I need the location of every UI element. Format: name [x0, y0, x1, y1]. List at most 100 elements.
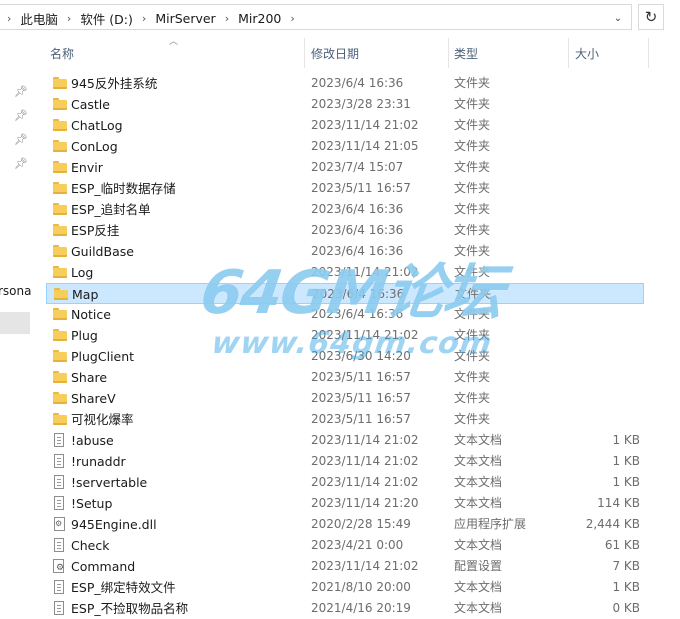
- folder-icon: [53, 224, 67, 236]
- file-date: 2023/3/28 23:31: [311, 97, 411, 111]
- watermark-url: www.64gm.com: [209, 326, 495, 361]
- column-header-size[interactable]: 大小: [575, 38, 645, 68]
- breadcrumb-mir200[interactable]: Mir200: [238, 11, 281, 26]
- file-date: 2023/11/14 21:05: [311, 139, 419, 153]
- config-file-icon: [53, 559, 64, 573]
- file-row[interactable]: Envir 2023/7/4 15:07 文件夹: [46, 157, 644, 178]
- file-row[interactable]: ESP_追封名单 2023/6/4 16:36 文件夹: [46, 199, 644, 220]
- column-divider[interactable]: [448, 38, 449, 68]
- folder-icon: [53, 161, 67, 173]
- breadcrumb-drive-d[interactable]: 软件 (D:): [80, 9, 133, 28]
- column-header-name[interactable]: 名称: [50, 38, 300, 68]
- file-row[interactable]: 945Engine.dll 2020/2/28 15:49 应用程序扩展 2,444 …: [46, 514, 644, 535]
- file-row[interactable]: !abuse 2023/11/14 21:02 文本文档 1 KB: [46, 430, 644, 451]
- file-size: [566, 94, 640, 115]
- file-size: 0 KB: [612, 601, 640, 615]
- chevron-down-icon[interactable]: ⌄: [611, 11, 625, 25]
- file-date: 2023/11/14 21:02: [311, 433, 419, 447]
- file-row[interactable]: ESP反挂 2023/6/4 16:36 文件夹: [46, 220, 644, 241]
- folder-icon: [53, 413, 67, 425]
- file-row[interactable]: !servertable 2023/11/14 21:02 文本文档 1 KB: [46, 472, 644, 493]
- pin-icon[interactable]: 📌︎: [14, 110, 28, 122]
- breadcrumb-mirserver[interactable]: MirServer: [155, 11, 215, 26]
- file-row[interactable]: Castle 2023/3/28 23:31 文件夹: [46, 94, 644, 115]
- breadcrumb-this-pc[interactable]: 此电脑: [20, 9, 58, 28]
- address-box[interactable]: › 此电脑 › 软件 (D:) › MirServer › Mir200 › ⌄: [0, 4, 632, 30]
- file-name: 945Engine.dll: [71, 517, 157, 532]
- file-date: 2023/11/14 21:20: [311, 496, 419, 510]
- column-header-date[interactable]: 修改日期: [311, 38, 446, 68]
- file-name: ChatLog: [71, 118, 123, 133]
- file-type: 文件夹: [454, 139, 491, 153]
- file-size: [566, 73, 640, 94]
- folder-icon: [53, 371, 67, 383]
- nav-item-label[interactable]: rsona: [0, 284, 32, 298]
- column-header-type[interactable]: 类型: [454, 38, 564, 68]
- file-row[interactable]: 可视化爆率 2023/5/11 16:57 文件夹: [46, 409, 644, 430]
- file-row[interactable]: ShareV 2023/5/11 16:57 文件夹: [46, 388, 644, 409]
- file-size: 1 KB: [612, 433, 640, 447]
- file-date: 2023/6/4 16:36: [311, 223, 404, 237]
- file-row[interactable]: 945反外挂系统 2023/6/4 16:36 文件夹: [46, 73, 644, 94]
- column-divider[interactable]: [568, 38, 569, 68]
- file-size: [566, 199, 640, 220]
- pin-icon[interactable]: 📌︎: [14, 86, 28, 98]
- file-name: ShareV: [71, 391, 116, 406]
- file-size: 7 KB: [612, 559, 640, 573]
- file-date: 2023/4/21 0:00: [311, 538, 404, 552]
- text-file-icon: [54, 601, 64, 615]
- file-size: [566, 220, 640, 241]
- file-name: ESP_追封名单: [71, 202, 151, 217]
- file-date: 2023/5/11 16:57: [311, 412, 411, 426]
- file-row[interactable]: Command 2023/11/14 21:02 配置设置 7 KB: [46, 556, 644, 577]
- folder-icon: [53, 203, 67, 215]
- file-type: 文件夹: [454, 202, 491, 216]
- file-size: [566, 367, 640, 388]
- pin-icon[interactable]: 📌︎: [14, 158, 28, 170]
- file-date: 2023/11/14 21:02: [311, 118, 419, 132]
- file-name: Share: [71, 370, 108, 385]
- file-size: [567, 284, 641, 305]
- folder-icon: [53, 245, 67, 257]
- breadcrumb-separator-icon: ›: [7, 11, 12, 25]
- folder-icon: [53, 182, 67, 194]
- nav-item-selected[interactable]: [0, 312, 30, 334]
- file-date: 2023/6/4 16:36: [311, 202, 404, 216]
- file-type: 文件夹: [454, 223, 491, 237]
- refresh-icon[interactable]: ↻: [638, 4, 664, 30]
- watermark-logo-text: 64GM论坛: [196, 258, 507, 328]
- breadcrumb-separator-icon: ›: [141, 11, 147, 25]
- folder-icon: [53, 140, 67, 152]
- file-size: [566, 178, 640, 199]
- file-type: 文件夹: [454, 370, 491, 384]
- file-row[interactable]: !runaddr 2023/11/14 21:02 文本文档 1 KB: [46, 451, 644, 472]
- folder-icon: [53, 266, 67, 278]
- file-type: 文本文档: [454, 433, 503, 447]
- file-row[interactable]: ESP_不捡取物品名称 2021/4/16 20:19 文本文档 0 KB: [46, 598, 644, 619]
- column-divider[interactable]: [648, 38, 649, 68]
- file-size: 1 KB: [612, 580, 640, 594]
- folder-icon: [53, 392, 67, 404]
- pin-icon[interactable]: 📌︎: [14, 134, 28, 146]
- address-bar: › 此电脑 › 软件 (D:) › MirServer › Mir200 › ⌄…: [0, 0, 680, 34]
- folder-icon: [54, 288, 68, 300]
- file-row[interactable]: ESP_绑定特效文件 2021/8/10 20:00 文本文档 1 KB: [46, 577, 644, 598]
- file-row[interactable]: ConLog 2023/11/14 21:05 文件夹: [46, 136, 644, 157]
- file-name: Castle: [71, 97, 110, 112]
- file-row[interactable]: !Setup 2023/11/14 21:20 文本文档 114 KB: [46, 493, 644, 514]
- file-type: 文本文档: [454, 496, 503, 510]
- file-row[interactable]: ChatLog 2023/11/14 21:02 文件夹: [46, 115, 644, 136]
- file-name: Check: [71, 538, 110, 553]
- text-file-icon: [54, 454, 64, 468]
- file-row[interactable]: Check 2023/4/21 0:00 文本文档 61 KB: [46, 535, 644, 556]
- file-name: !runaddr: [71, 454, 126, 469]
- file-date: 2020/2/28 15:49: [311, 517, 411, 531]
- file-type: 文本文档: [454, 454, 503, 468]
- file-date: 2023/5/11 16:57: [311, 370, 411, 384]
- dll-file-icon: [54, 517, 65, 531]
- file-row[interactable]: Share 2023/5/11 16:57 文件夹: [46, 367, 644, 388]
- column-divider[interactable]: [304, 38, 305, 68]
- file-size: [566, 136, 640, 157]
- file-row[interactable]: ESP_临时数据存储 2023/5/11 16:57 文件夹: [46, 178, 644, 199]
- folder-icon: [53, 77, 67, 89]
